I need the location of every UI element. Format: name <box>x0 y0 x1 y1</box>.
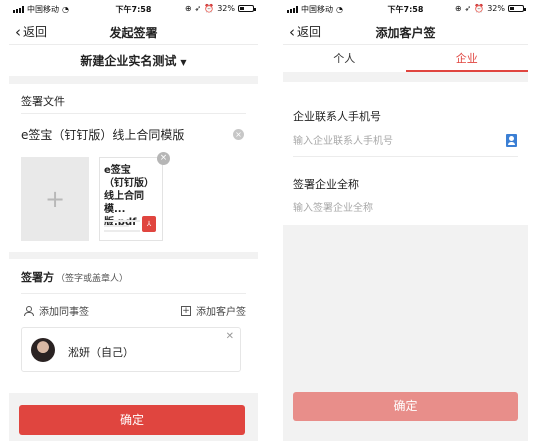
status-bar-right: ⊕ ➶ ⏰ 32% <box>184 4 256 13</box>
alarm-icon: ⏰ <box>204 4 215 13</box>
file-preview-lines <box>104 220 140 235</box>
avatar <box>31 338 55 362</box>
add-colleague-button[interactable]: 添加同事签 <box>23 303 89 318</box>
template-selector[interactable]: 新建企业实名测试 ▼ <box>9 44 258 76</box>
add-document-button[interactable]: + <box>21 157 89 241</box>
clear-title-icon[interactable]: × <box>233 129 244 140</box>
add-customer-button[interactable]: + 添加客户签 <box>181 303 246 318</box>
documents-section-label: 签署文件 <box>21 95 65 108</box>
confirm-button[interactable]: 确定 <box>293 392 518 421</box>
location-icon: ➶ <box>194 4 202 13</box>
documents-card: 签署文件 e签宝（钉钉版）线上合同模版 × + e签宝（钉钉版）线上合同模...… <box>9 84 258 252</box>
caret-down-icon: ▼ <box>180 58 187 67</box>
signers-title-text: 签署方 <box>21 271 54 284</box>
lock-rotation-icon: ⊕ <box>184 4 192 13</box>
tab-individual[interactable]: 个人 <box>283 45 406 72</box>
remove-signer-icon[interactable]: ✕ <box>226 331 234 342</box>
divider <box>293 156 518 157</box>
battery-percent: 32% <box>487 4 505 13</box>
divider <box>21 293 246 294</box>
status-bar: 中国移动 ◔ 下午7:58 ⊕ ➶ ⏰ 32% <box>9 0 258 18</box>
battery-fill <box>240 7 244 10</box>
page-title: 发起签署 <box>109 26 158 40</box>
nav-bar: ‹ 返回 添加客户签 <box>283 18 528 44</box>
location-icon: ➶ <box>464 4 472 13</box>
battery-icon <box>238 5 256 12</box>
signers-title: 签署方 （签字或盖章人） <box>21 269 128 285</box>
divider <box>21 113 246 114</box>
signer-item: 淞妍（自己） ✕ <box>21 327 241 372</box>
confirm-button[interactable]: 确定 <box>19 405 245 435</box>
signers-hint: （签字或盖章人） <box>56 274 129 284</box>
plus-box-icon: + <box>181 305 191 316</box>
person-icon <box>23 305 34 316</box>
add-colleague-label: 添加同事签 <box>39 307 89 318</box>
battery-fill <box>510 7 514 10</box>
left-screen: 中国移动 ◔ 下午7:58 ⊕ ➶ ⏰ 32% ‹ 返回 发起签署 新建企业实名… <box>9 0 258 441</box>
add-customer-label: 添加客户签 <box>196 307 246 318</box>
tab-bar: 个人 企业 <box>283 44 528 72</box>
signers-card: 签署方 （签字或盖章人） 添加同事签 + 添加客户签 淞妍（自己） ✕ <box>9 259 258 393</box>
pdf-icon: ⅄ <box>142 216 156 232</box>
lock-rotation-icon: ⊕ <box>454 4 462 13</box>
document-title[interactable]: e签宝（钉钉版）线上合同模版 <box>21 126 184 143</box>
right-screen: 中国移动 ◔ 下午7:58 ⊕ ➶ ⏰ 32% ‹ 返回 添加客户签 个人 企业… <box>283 0 528 441</box>
alarm-icon: ⏰ <box>474 4 485 13</box>
phone-input[interactable] <box>293 132 518 150</box>
company-label: 签署企业全称 <box>293 178 359 191</box>
tab-enterprise[interactable]: 企业 <box>405 45 529 72</box>
customer-form: 企业联系人手机号 签署企业全称 <box>283 82 528 225</box>
remove-file-icon[interactable]: × <box>157 152 170 165</box>
battery-icon <box>508 5 526 12</box>
document-file-tile[interactable]: e签宝（钉钉版）线上合同模...版.pdf ⅄ <box>99 157 163 241</box>
phone-label: 企业联系人手机号 <box>293 110 381 123</box>
nav-bar: ‹ 返回 发起签署 <box>9 18 258 44</box>
page-title: 添加客户签 <box>375 26 436 40</box>
company-name-input[interactable] <box>293 199 518 217</box>
status-bar: 中国移动 ◔ 下午7:58 ⊕ ➶ ⏰ 32% <box>283 0 528 18</box>
contact-book-icon[interactable] <box>506 134 517 147</box>
plus-icon: + <box>44 185 66 213</box>
battery-percent: 32% <box>217 4 235 13</box>
status-bar-right: ⊕ ➶ ⏰ 32% <box>454 4 526 13</box>
signer-name: 淞妍（自己） <box>68 346 134 359</box>
template-name: 新建企业实名测试 <box>80 54 177 68</box>
